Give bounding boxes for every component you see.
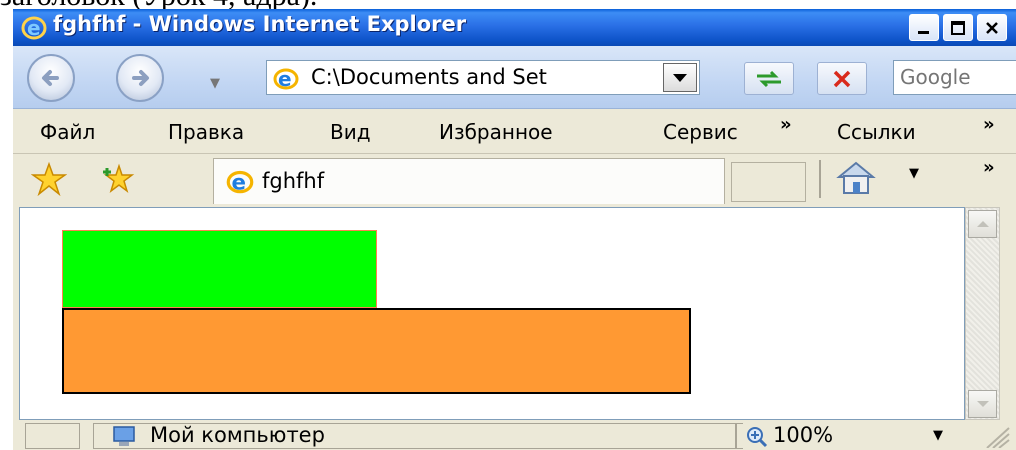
address-text[interactable]: C:\Documents and Set — [311, 65, 651, 89]
menu-view[interactable]: Вид — [330, 120, 371, 144]
forward-arrow-icon — [132, 70, 149, 86]
scroll-down-icon — [976, 401, 989, 407]
menu-overflow-chevron[interactable]: » — [780, 114, 792, 135]
svg-text:e: e — [27, 16, 41, 40]
browser-window: e fghfhf - Windows Internet Explorer ▼ e… — [13, 9, 1016, 450]
zoom-level[interactable]: 100% — [773, 423, 833, 447]
maximize-icon — [951, 20, 965, 35]
orange-box — [62, 308, 691, 394]
scroll-down-button[interactable] — [968, 390, 997, 418]
search-box[interactable] — [893, 60, 1016, 95]
window-title: fghfhf - Windows Internet Explorer — [53, 12, 467, 36]
resize-grip-icon[interactable] — [981, 424, 1011, 448]
stop-icon — [833, 70, 851, 88]
maximize-button[interactable] — [943, 14, 973, 41]
zoom-dropdown[interactable]: ▼ — [933, 428, 943, 443]
green-box — [62, 230, 377, 308]
tab-title: fghfhf — [262, 169, 325, 193]
forward-button[interactable] — [116, 54, 164, 102]
scroll-up-button[interactable] — [968, 210, 997, 238]
stop-button[interactable] — [817, 62, 867, 95]
status-bar: Мой компьютер 100% ▼ — [13, 420, 1016, 450]
home-dropdown[interactable]: ▼ — [909, 166, 919, 181]
address-dropdown-button[interactable] — [663, 63, 697, 92]
svg-text:e: e — [231, 171, 245, 196]
minimize-button[interactable] — [909, 14, 939, 41]
status-zone-text: Мой компьютер — [150, 423, 325, 447]
menu-edit[interactable]: Правка — [168, 120, 244, 144]
page-content — [19, 207, 965, 420]
close-icon — [986, 21, 998, 34]
scroll-up-icon — [976, 221, 989, 227]
status-cell-progress — [25, 423, 80, 449]
menu-favorites[interactable]: Избранное — [439, 120, 553, 144]
recent-pages-dropdown[interactable]: ▼ — [210, 76, 220, 91]
tab-bar: e fghfhf ▼ » — [13, 154, 1016, 206]
minimize-icon — [918, 30, 929, 34]
menu-tools[interactable]: Сервис — [663, 120, 775, 144]
menu-file[interactable]: Файл — [40, 120, 95, 144]
links-overflow-chevron[interactable]: » — [983, 114, 995, 135]
ie-page-icon: e — [273, 67, 299, 91]
menu-bar: Файл Правка Вид Избранное Сервис » Ссылк… — [13, 109, 1016, 154]
back-arrow-icon — [42, 70, 59, 86]
ie-logo-icon: e — [21, 16, 47, 40]
refresh-button[interactable] — [744, 62, 794, 95]
navigation-bar: ▼ e C:\Documents and Set — [13, 46, 1016, 109]
new-tab-button[interactable] — [731, 162, 806, 202]
refresh-icon — [757, 70, 781, 88]
add-favorites-icon[interactable] — [99, 162, 135, 196]
status-divider — [735, 423, 737, 449]
back-button[interactable] — [27, 54, 75, 102]
address-bar[interactable]: e C:\Documents and Set — [266, 60, 700, 95]
vertical-scrollbar[interactable] — [965, 207, 1000, 420]
toolbar-overflow-chevron[interactable]: » — [983, 157, 995, 178]
home-icon[interactable] — [835, 159, 877, 197]
tab-active[interactable]: e fghfhf — [213, 158, 725, 204]
ie-page-icon: e — [226, 171, 254, 196]
chevron-down-icon — [673, 73, 687, 82]
favorites-star-icon[interactable] — [31, 162, 67, 196]
links-label[interactable]: Ссылки — [837, 120, 916, 144]
svg-text:e: e — [278, 67, 292, 91]
toolbar-divider — [819, 160, 821, 198]
zoom-magnifier-icon — [747, 427, 768, 448]
search-input[interactable] — [894, 61, 1016, 89]
title-bar[interactable]: e fghfhf - Windows Internet Explorer — [13, 9, 1016, 46]
close-button[interactable] — [977, 14, 1007, 41]
computer-icon — [113, 426, 135, 446]
